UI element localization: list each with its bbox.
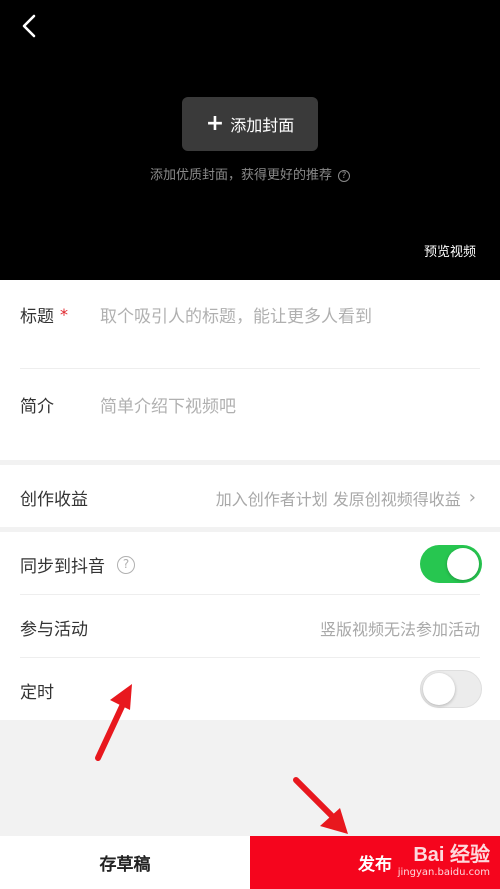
- income-row[interactable]: 创作收益 加入创作者计划 发原创视频得收益 ›: [20, 485, 500, 510]
- chevron-right-icon: ›: [468, 487, 476, 508]
- baidu-watermark: Bai 经验 jingyan.baidu.com: [398, 838, 490, 878]
- add-cover-label: 添加封面: [230, 116, 295, 135]
- annotation-arrow-icon: [293, 777, 348, 834]
- save-draft-button[interactable]: 存草稿: [0, 836, 250, 889]
- plus-icon: +: [205, 111, 225, 136]
- divider: [20, 368, 480, 369]
- toggle-knob: [447, 548, 479, 580]
- sync-label: 同步到抖音: [20, 557, 105, 577]
- cover-hint: 添加优质封面，获得更好的推荐?: [0, 164, 500, 183]
- watermark-text: Bai 经验: [413, 844, 490, 866]
- intro-label: 简介: [20, 397, 54, 417]
- toggle-knob: [423, 673, 455, 705]
- event-row[interactable]: 参与活动 竖版视频无法参加活动: [20, 615, 500, 641]
- timer-toggle[interactable]: [420, 670, 482, 708]
- cover-area: + 添加封面 添加优质封面，获得更好的推荐? 预览视频: [0, 0, 500, 280]
- annotation-arrow-icon: [95, 684, 132, 761]
- event-value: 竖版视频无法参加活动: [319, 619, 480, 639]
- add-cover-button[interactable]: + 添加封面: [182, 97, 318, 151]
- intro-input[interactable]: 简单介绍下视频吧: [100, 392, 236, 417]
- title-row[interactable]: 标题 * 取个吸引人的标题，能让更多人看到: [20, 302, 500, 327]
- income-label: 创作收益: [20, 490, 88, 510]
- title-label: 标题: [20, 307, 54, 327]
- back-arrow-icon[interactable]: [16, 12, 44, 40]
- required-mark: *: [60, 305, 68, 324]
- help-icon[interactable]: ?: [338, 170, 350, 182]
- preview-video-button[interactable]: 预览视频: [424, 241, 476, 260]
- intro-row[interactable]: 简介 简单介绍下视频吧: [20, 392, 500, 417]
- help-icon[interactable]: ?: [117, 555, 135, 574]
- divider: [20, 657, 480, 658]
- sync-toggle[interactable]: [420, 545, 482, 583]
- sync-row: 同步到抖音 ?: [20, 545, 500, 583]
- event-label: 参与活动: [20, 620, 88, 640]
- timer-label: 定时: [20, 683, 54, 703]
- title-input[interactable]: 取个吸引人的标题，能让更多人看到: [100, 302, 372, 327]
- divider: [20, 594, 480, 595]
- income-value: 加入创作者计划 发原创视频得收益 ›: [215, 487, 476, 509]
- watermark-url: jingyan.baidu.com: [397, 867, 490, 878]
